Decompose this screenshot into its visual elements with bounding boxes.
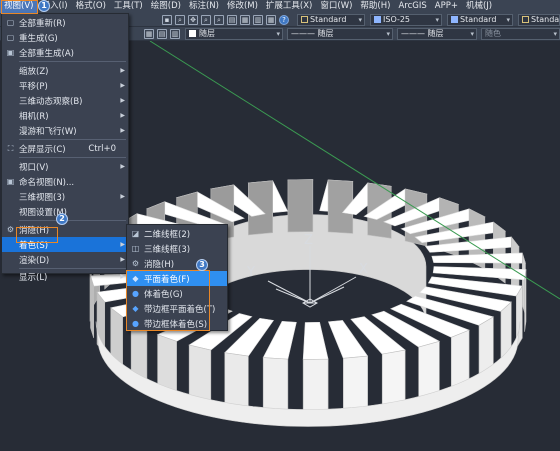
table-style-icon [451, 16, 458, 23]
menu-separator [19, 61, 126, 62]
help-icon[interactable]: ? [279, 15, 289, 25]
step-badge-1: 1 [38, 0, 50, 12]
menu-help[interactable]: 帮助(H) [356, 0, 394, 13]
multileader-style-icon [522, 16, 529, 23]
properties-icon[interactable]: ▪ [162, 15, 172, 25]
submenu-arrow-icon: ▶ [120, 97, 125, 104]
tool-palette-icon[interactable]: ▥ [253, 15, 263, 25]
text-style-icon [301, 16, 308, 23]
ucs-x-label: X [359, 262, 368, 277]
menu-window[interactable]: 窗口(W) [316, 0, 356, 13]
dim-style-select[interactable]: ISO-25 ▾ [370, 14, 442, 26]
ucs-y-axis [267, 280, 311, 304]
table-style-select[interactable]: Standard ▾ [447, 14, 513, 26]
submenu-arrow-icon: ▶ [120, 273, 125, 280]
menu-item-viewports[interactable]: 视口(V) ▶ [2, 159, 128, 174]
properties-palette-icon[interactable]: ▤ [227, 15, 237, 25]
menu-item-2d-wireframe[interactable]: ◪ 二维线框(2) [127, 226, 227, 241]
menu-item-redraw[interactable]: ▢ 全部重新(R) [2, 15, 128, 30]
menu-item-fullscreen[interactable]: ⛶ 全屏显示(C) Ctrl+0 [2, 141, 128, 156]
color-swatch [189, 30, 196, 37]
menu-item-pan[interactable]: 平移(P) ▶ [2, 78, 128, 93]
submenu-arrow-icon: ▶ [120, 67, 125, 74]
menu-tools[interactable]: 工具(T) [110, 0, 147, 13]
lineweight-select[interactable]: ——— 随层 ▾ [397, 28, 477, 40]
submenu-arrow-icon: ▶ [120, 127, 125, 134]
step-badge-2: 2 [56, 213, 68, 225]
menu-mechanical[interactable]: 机械(J) [462, 0, 496, 13]
fullscreen-icon: ⛶ [7, 143, 14, 153]
menu-item-hidden[interactable]: ⚙ 消隐(H) [127, 256, 227, 271]
3d-wireframe-icon: ◫ [131, 244, 140, 253]
plot-style-select[interactable]: 随色 ▾ [481, 28, 560, 40]
zoom-previous-icon[interactable]: ⌕ [214, 15, 224, 25]
menu-separator [19, 157, 126, 158]
highlight-box-shade-item [16, 227, 58, 243]
highlight-box-view-menu [1, 0, 38, 14]
multileader-style-select[interactable]: Standard [518, 14, 560, 26]
menu-app-plus[interactable]: APP+ [431, 0, 462, 13]
menu-dimension[interactable]: 标注(N) [185, 0, 223, 13]
design-center-icon[interactable]: ▦ [240, 15, 250, 25]
menu-draw[interactable]: 绘图(D) [147, 0, 185, 13]
dim-style-icon [374, 16, 381, 23]
submenu-arrow-icon: ▶ [120, 163, 125, 170]
menu-item-regen[interactable]: ▢ 重生成(G) [2, 30, 128, 45]
lineweight-preview: ——— [401, 29, 428, 38]
menu-item-camera[interactable]: 相机(R) ▶ [2, 108, 128, 123]
menu-item-3d-orbit[interactable]: 三维动态观察(B) ▶ [2, 93, 128, 108]
menu-modify[interactable]: 修改(M) [223, 0, 262, 13]
menu-item-regen-all[interactable]: ▣ 全部重生成(A) [2, 45, 128, 60]
pan-icon[interactable]: ✥ [188, 15, 198, 25]
calculator-icon[interactable]: ▦ [266, 15, 276, 25]
menu-item-zoom[interactable]: 缩放(Z) ▶ [2, 63, 128, 78]
menu-item-3d-views[interactable]: 三维视图(3) ▶ [2, 189, 128, 204]
layer-state-icon[interactable]: ▦ [144, 29, 154, 39]
zoom-icon[interactable]: ⌕ [175, 15, 185, 25]
color-select[interactable]: 随层 ▾ [185, 28, 283, 40]
linetype-preview: ——— [291, 29, 318, 38]
linetype-select[interactable]: ——— 随层 ▾ [287, 28, 393, 40]
regen-all-icon: ▣ [6, 48, 15, 57]
make-current-icon[interactable]: ▤ [157, 29, 167, 39]
menu-item-display[interactable]: 显示(L) ▶ [2, 269, 128, 284]
ucs-x-axis [309, 276, 357, 304]
submenu-arrow-icon: ▶ [120, 112, 125, 119]
hidden-icon: ⚙ [131, 259, 140, 268]
regen-icon: ▢ [6, 33, 15, 42]
step-badge-3: 3 [196, 259, 208, 271]
layer-previous-icon[interactable]: ▥ [170, 29, 180, 39]
menu-item-walk-fly[interactable]: 漫游和飞行(W) ▶ [2, 123, 128, 138]
ucs-z-label: Z [304, 233, 313, 248]
named-view-icon: ▣ [6, 177, 15, 186]
menu-item-named-views[interactable]: ▣ 命名视图(N)... [2, 174, 128, 189]
text-style-select[interactable]: Standard ▾ [297, 14, 365, 26]
submenu-arrow-icon: ▶ [120, 193, 125, 200]
menu-separator [19, 220, 126, 221]
ucs-y-label: Y [246, 265, 255, 280]
zoom-window-icon[interactable]: ⌕ [201, 15, 211, 25]
menu-item-3d-wireframe[interactable]: ◫ 三维线框(3) [127, 241, 227, 256]
redraw-icon: ▢ [6, 18, 15, 27]
submenu-arrow-icon: ▶ [120, 241, 125, 248]
menu-arcgis[interactable]: ArcGIS [394, 0, 430, 13]
menu-separator [19, 139, 126, 140]
menu-format[interactable]: 格式(O) [72, 0, 110, 13]
menu-item-render[interactable]: 渲染(D) ▶ [2, 252, 128, 267]
highlight-box-shade-options [126, 270, 210, 331]
submenu-arrow-icon: ▶ [120, 256, 125, 263]
2d-wireframe-icon: ◪ [131, 229, 140, 238]
menu-bar: 视图(V) 插入(I) 格式(O) 工具(T) 绘图(D) 标注(N) 修改(M… [0, 0, 560, 13]
menu-express-tools[interactable]: 扩展工具(X) [262, 0, 316, 13]
submenu-arrow-icon: ▶ [120, 82, 125, 89]
